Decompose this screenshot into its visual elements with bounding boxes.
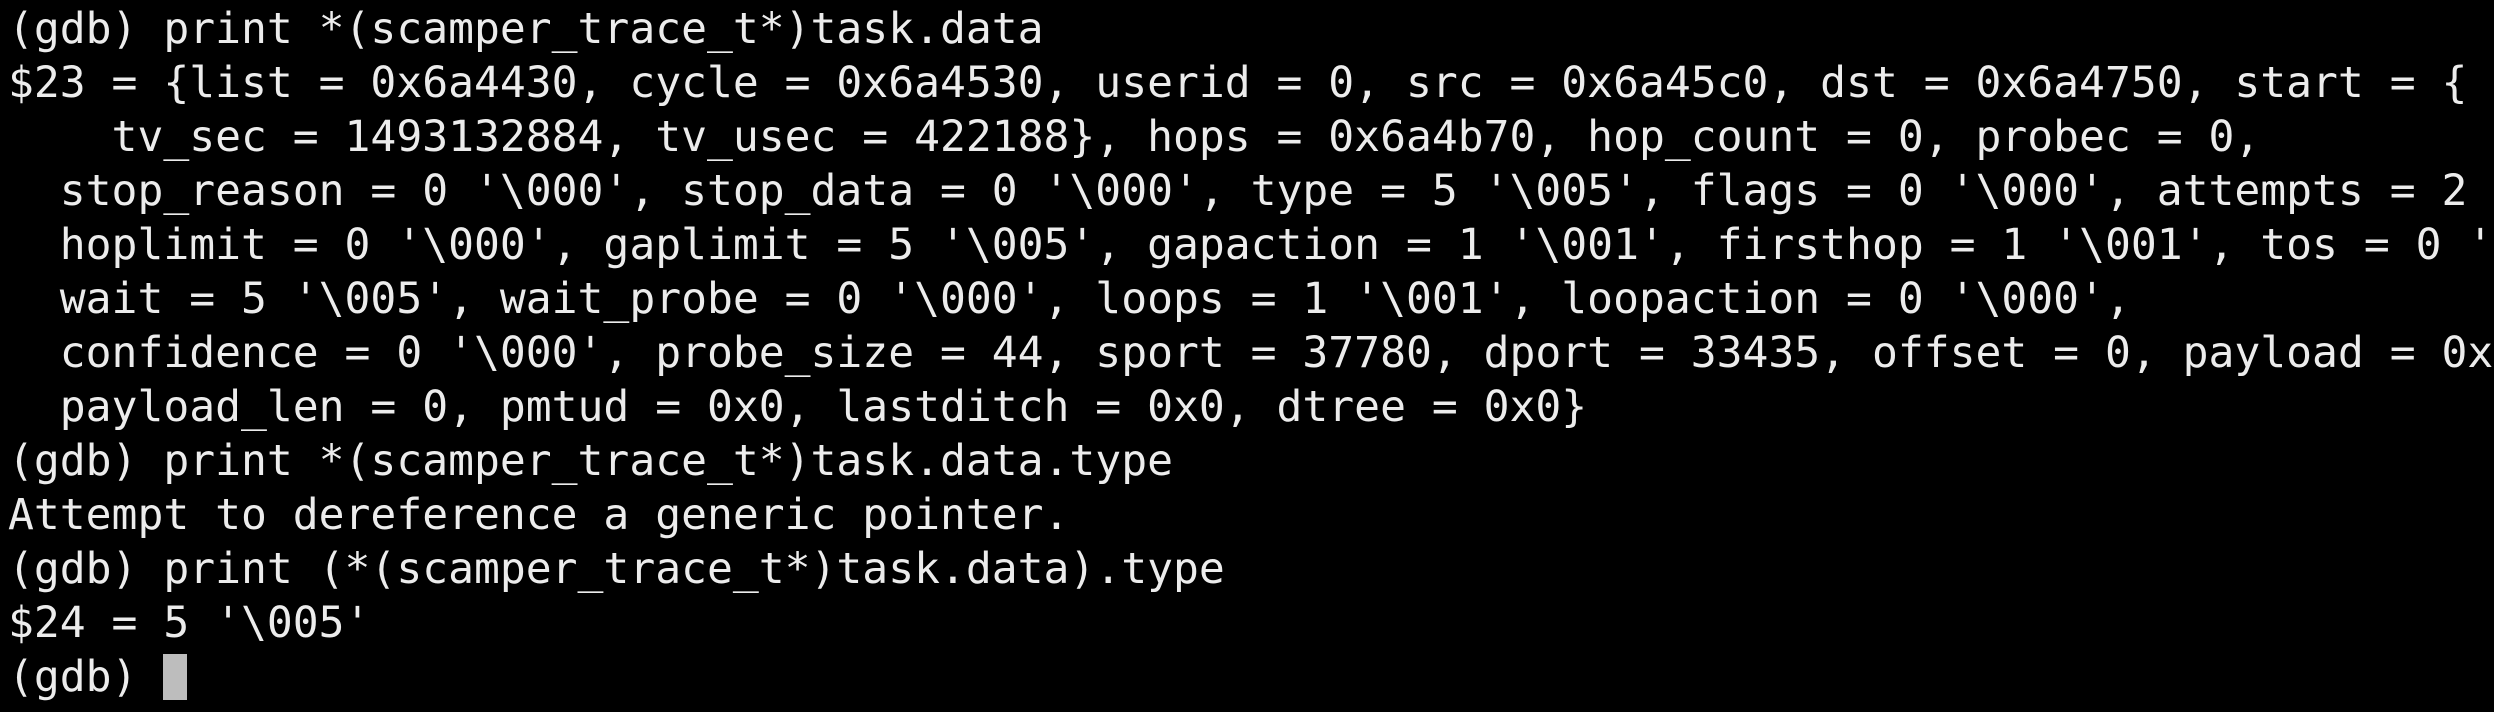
gdb-output-line: $24 = 5 '\005' — [8, 598, 371, 648]
gdb-command-line: (gdb) print *(scamper_trace_t*)task.data — [8, 4, 1044, 54]
gdb-output-line: confidence = 0 '\000', probe_size = 44, … — [8, 328, 2494, 378]
gdb-error-line: Attempt to dereference a generic pointer… — [8, 490, 1070, 540]
gdb-output-line: tv_sec = 1493132884, tv_usec = 422188}, … — [8, 112, 2261, 162]
gdb-command-line: (gdb) print (*(scamper_trace_t*)task.dat… — [8, 544, 1225, 594]
gdb-output-line: $23 = {list = 0x6a4430, cycle = 0x6a4530… — [8, 58, 2468, 108]
terminal-cursor[interactable] — [163, 654, 188, 700]
gdb-prompt-line[interactable]: (gdb) — [8, 650, 2494, 704]
gdb-output-line: hoplimit = 0 '\000', gaplimit = 5 '\005'… — [8, 220, 2494, 270]
gdb-prompt: (gdb) — [8, 652, 164, 702]
gdb-output-line: payload_len = 0, pmtud = 0x0, lastditch … — [8, 382, 1588, 432]
gdb-command-line: (gdb) print *(scamper_trace_t*)task.data… — [8, 436, 1173, 486]
terminal-window[interactable]: (gdb) print *(scamper_trace_t*)task.data… — [0, 0, 2494, 712]
gdb-output-line: stop_reason = 0 '\000', stop_data = 0 '\… — [8, 166, 2494, 216]
gdb-output-line: wait = 5 '\005', wait_probe = 0 '\000', … — [8, 274, 2131, 324]
